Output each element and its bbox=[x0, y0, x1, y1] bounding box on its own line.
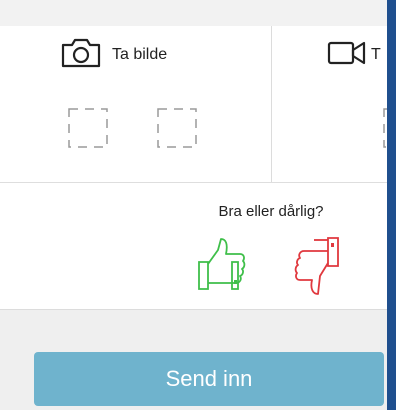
photo-slot-2[interactable] bbox=[157, 108, 197, 148]
photo-slot-1[interactable] bbox=[68, 108, 108, 148]
feedback-question: Bra eller dårlig? bbox=[218, 203, 324, 220]
submit-button[interactable]: Send inn bbox=[34, 352, 384, 406]
window-edge bbox=[387, 0, 396, 410]
thumbs-up-icon bbox=[198, 238, 246, 290]
panel-divider bbox=[271, 26, 272, 182]
take-photo-button[interactable]: Ta bilde bbox=[60, 38, 168, 73]
thumbs-down-button[interactable] bbox=[292, 236, 344, 303]
record-video-label: T bbox=[371, 46, 381, 63]
top-strip bbox=[0, 0, 396, 27]
camera-icon bbox=[60, 38, 102, 73]
thumbs-up-button[interactable] bbox=[196, 236, 248, 297]
thumbs-down-icon bbox=[294, 237, 339, 295]
video-camera-icon bbox=[327, 39, 367, 72]
take-photo-label: Ta bilde bbox=[112, 46, 168, 63]
record-video-button[interactable]: T bbox=[327, 40, 381, 70]
